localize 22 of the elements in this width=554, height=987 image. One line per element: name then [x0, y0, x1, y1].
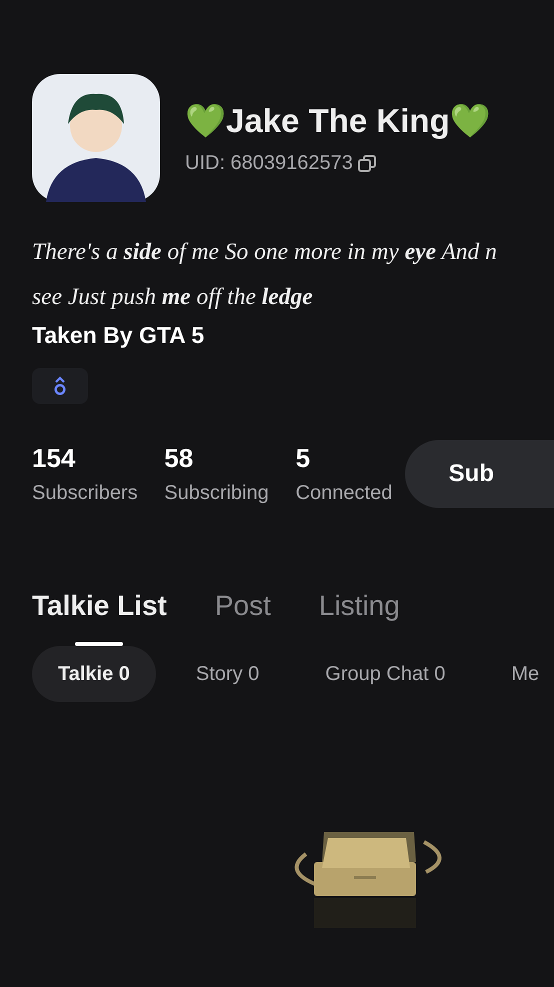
stat-label: Subscribing — [164, 482, 270, 505]
tagline: Taken By GTA 5 — [32, 321, 206, 350]
stat-value: 58 — [164, 443, 194, 474]
filter-chip[interactable]: Group Chat 0 — [299, 646, 472, 702]
badge-icon — [53, 376, 67, 396]
stat-value: 5 — [296, 443, 312, 474]
tab[interactable]: Post — [214, 588, 271, 646]
tab[interactable]: Talkie List — [32, 588, 167, 646]
tab[interactable]: Listing — [318, 588, 400, 646]
stat-label: Subscribers — [32, 482, 139, 505]
profile-name: 💚Jake The King💚 — [185, 101, 491, 140]
user-id: UID: 68039162573 — [185, 152, 353, 175]
filter-chip[interactable]: Talkie 0 — [32, 646, 156, 702]
bio-text: see Just push me off the ledge — [32, 283, 314, 312]
stat-value: 154 — [32, 443, 76, 474]
filter-chip[interactable]: Me — [485, 646, 554, 702]
copy-icon[interactable] — [356, 154, 377, 174]
subscribe-button[interactable]: Sub — [404, 440, 554, 508]
filter-chip[interactable]: Story 0 — [170, 646, 286, 702]
bio-text: There's a side of me So one more in my eye And n — [32, 238, 498, 267]
stat-label: Connected — [296, 482, 394, 505]
avatar[interactable] — [32, 74, 160, 202]
